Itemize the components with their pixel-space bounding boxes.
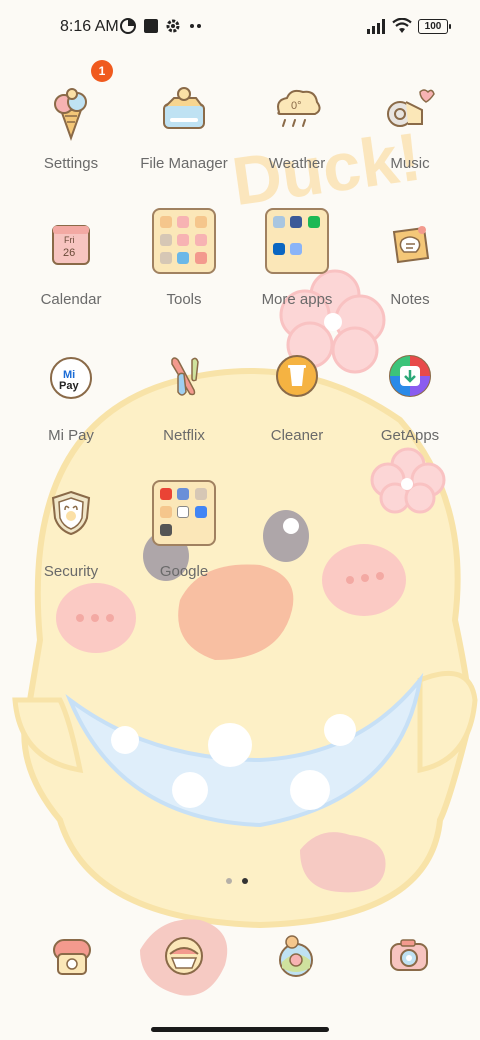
page-dot-active[interactable]: [242, 878, 248, 884]
calendar-icon: Fri 26: [52, 225, 90, 265]
cloud-icon: 0°: [277, 89, 321, 127]
square-icon: [144, 19, 158, 33]
app-label: Weather: [268, 155, 326, 172]
cleaner-icon: [276, 355, 318, 397]
app-calendar[interactable]: Fri 26 Calendar: [15, 216, 127, 316]
music-snail-icon: [387, 89, 435, 127]
folder-icon: [265, 208, 329, 274]
app-label: Notes: [390, 291, 430, 308]
app-security[interactable]: Security: [15, 488, 127, 588]
app-label: Cleaner: [270, 427, 324, 444]
messages-icon: [165, 937, 203, 975]
dock-phone[interactable]: [48, 932, 96, 980]
more-dots-icon: [190, 24, 201, 28]
app-getapps[interactable]: GetApps: [354, 352, 466, 452]
signal-icon: [367, 19, 385, 34]
app-label: GetApps: [380, 427, 440, 444]
weather-temp: 0°: [291, 100, 302, 112]
app-label: More apps: [261, 291, 333, 308]
dock-browser[interactable]: [272, 932, 320, 980]
app-label: Settings: [43, 155, 99, 172]
app-label: Music: [390, 155, 430, 172]
wifi-icon: [392, 18, 412, 33]
app-notes[interactable]: Notes: [354, 216, 466, 316]
ice-cream-icon: [54, 88, 87, 141]
app-music[interactable]: Music: [354, 80, 466, 180]
clock-time: 8:16 AM: [60, 18, 119, 35]
app-file-manager[interactable]: File Manager: [128, 80, 240, 180]
app-settings[interactable]: Settings: [15, 80, 127, 180]
mi-pay-icon: Mi Pay: [50, 357, 92, 399]
app-folder-tools[interactable]: Tools: [128, 206, 240, 308]
notification-badge: 1: [91, 60, 113, 82]
calendar-date: 26: [63, 247, 75, 259]
dock-messages[interactable]: [160, 932, 208, 980]
calendar-day: Fri: [64, 235, 75, 245]
app-netflix[interactable]: Netflix: [128, 352, 240, 452]
app-label: Mi Pay: [48, 427, 94, 444]
battery-level: 100: [424, 20, 442, 32]
netflix-icon: [171, 357, 199, 396]
home-gesture-bar[interactable]: [151, 1027, 329, 1032]
browser-icon: [279, 935, 313, 977]
dock-camera[interactable]: [385, 932, 433, 980]
app-label: Netflix: [163, 427, 205, 444]
folder-icon: [152, 480, 216, 546]
status-bar: 8:16 AM 100: [0, 0, 480, 56]
app-folder-more-apps[interactable]: More apps: [241, 206, 353, 308]
folder-chick-icon: [163, 87, 205, 129]
folder-icon: [152, 208, 216, 274]
phone-icon: [53, 939, 91, 975]
app-label: Security: [43, 563, 99, 580]
app-weather[interactable]: 0° Weather: [241, 80, 353, 180]
camera-icon: [390, 939, 428, 971]
gear-icon: [166, 19, 180, 33]
page-indicator[interactable]: [226, 878, 248, 884]
app-mi-pay[interactable]: Mi Pay Mi Pay: [15, 352, 127, 452]
mi-pay-pay: Pay: [59, 380, 79, 392]
security-shield-icon: [51, 490, 91, 536]
page-dot[interactable]: [226, 878, 232, 884]
app-folder-google[interactable]: Google: [128, 478, 240, 580]
app-label: Calendar: [40, 291, 102, 308]
app-label: File Manager: [140, 155, 228, 172]
notes-icon: [392, 226, 430, 264]
app-label: Tools: [166, 291, 202, 308]
app-cleaner[interactable]: Cleaner: [241, 352, 353, 452]
app-label: Google: [159, 563, 209, 580]
getapps-icon: [389, 355, 431, 397]
data-saver-icon: [120, 18, 136, 34]
battery-icon: 100: [418, 18, 451, 34]
